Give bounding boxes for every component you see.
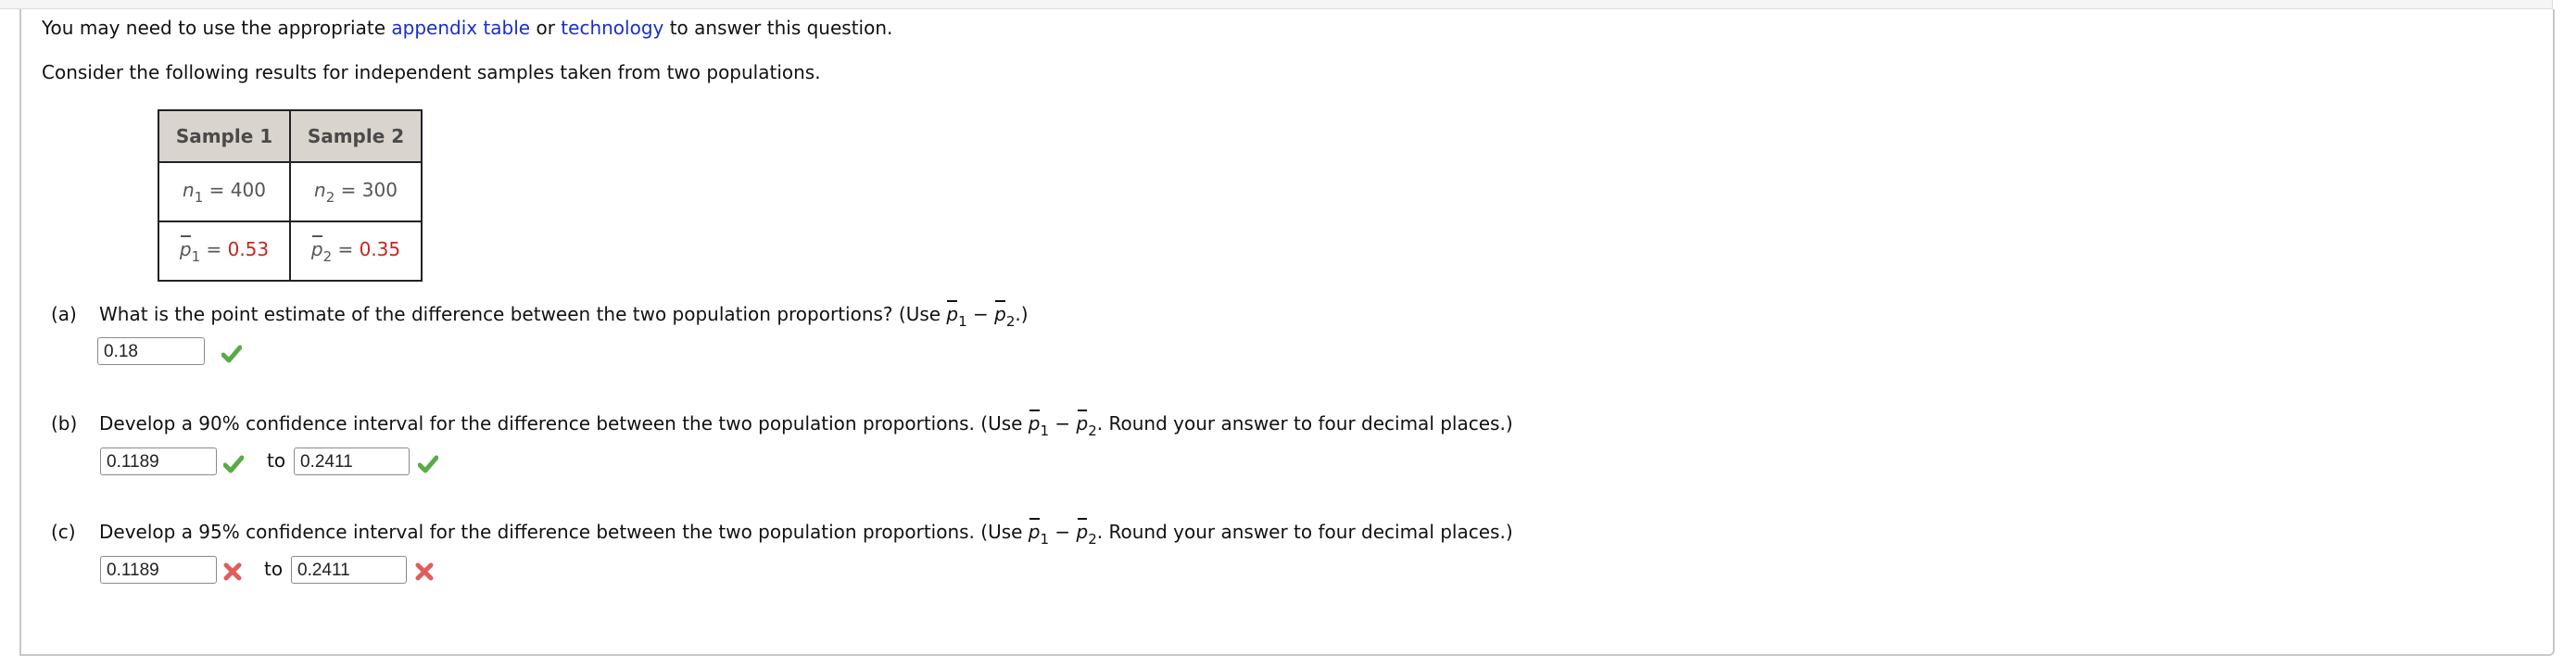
var-p-bar: p xyxy=(946,300,959,325)
cell-p1: p1 = 0.53 xyxy=(158,221,291,282)
subscript: 2 xyxy=(325,188,335,206)
n2-value: 300 xyxy=(361,178,398,201)
minus: − xyxy=(1049,412,1077,435)
table-row: n1 = 400 n2 = 300 xyxy=(158,161,423,222)
part-b-lower-input[interactable]: 0.1189 xyxy=(100,447,217,475)
minus: − xyxy=(1049,521,1077,543)
technology-link[interactable]: technology xyxy=(561,17,663,39)
question-end: . Round your answer to four decimal plac… xyxy=(1096,521,1513,543)
subscript: 1 xyxy=(1040,422,1050,439)
subscript: 2 xyxy=(322,247,333,265)
question-end: .) xyxy=(1015,303,1029,325)
var-p-bar: p xyxy=(994,300,1006,325)
part-c-upper-input[interactable]: 0.2411 xyxy=(291,556,407,584)
cell-n2: n2 = 300 xyxy=(289,161,423,222)
intro-suffix: to answer this question. xyxy=(663,17,893,39)
part-c-label: (c) xyxy=(51,521,76,543)
x-icon xyxy=(415,562,434,581)
question-text: What is the point estimate of the differ… xyxy=(99,303,947,325)
var-n: n xyxy=(314,178,326,201)
cell-n1: n1 = 400 xyxy=(158,161,291,222)
question-text: Develop a 95% confidence interval for th… xyxy=(99,521,1029,543)
part-a-question: What is the point estimate of the differ… xyxy=(99,300,1029,330)
equals: = xyxy=(200,237,228,260)
var-p-bar: p xyxy=(310,234,323,260)
part-b-question: Develop a 90% confidence interval for th… xyxy=(99,410,1513,439)
part-a-label: (a) xyxy=(51,303,77,325)
table-row: p1 = 0.53 p2 = 0.35 xyxy=(158,221,423,282)
part-a-answer-input[interactable]: 0.18 xyxy=(97,337,205,365)
intro-prefix: You may need to use the appropriate xyxy=(42,17,392,39)
var-p-bar: p xyxy=(1076,518,1089,543)
subscript: 1 xyxy=(1040,531,1050,548)
var-n: n xyxy=(183,178,195,201)
check-icon xyxy=(418,455,438,473)
minus: − xyxy=(966,303,995,325)
header-sample-2: Sample 2 xyxy=(289,109,423,163)
intro-middle: or xyxy=(530,17,562,39)
cell-p2: p2 = 0.35 xyxy=(289,221,423,282)
appendix-table-link[interactable]: appendix table xyxy=(391,17,530,39)
check-icon xyxy=(223,455,244,473)
x-icon xyxy=(223,562,242,581)
subscript: 2 xyxy=(1088,422,1097,439)
part-c-lower-input[interactable]: 0.1189 xyxy=(100,556,217,584)
var-p-bar: p xyxy=(1076,410,1089,435)
part-c-question: Develop a 95% confidence interval for th… xyxy=(99,518,1513,548)
to-label: to xyxy=(267,449,286,472)
subscript: 2 xyxy=(1005,313,1016,330)
equals: = xyxy=(332,237,360,260)
var-p-bar: p xyxy=(1028,410,1041,435)
n1-value: 400 xyxy=(230,178,266,201)
subscript: 2 xyxy=(1088,531,1097,548)
to-label: to xyxy=(264,558,284,580)
part-b-label: (b) xyxy=(51,412,78,435)
p1-value: 0.53 xyxy=(227,237,270,260)
intro-text: You may need to use the appropriate appe… xyxy=(42,17,892,39)
samples-table: Sample 1 Sample 2 n1 = 400 n2 = 300 p1 =… xyxy=(158,109,423,282)
var-p-bar: p xyxy=(179,234,192,260)
p2-value: 0.35 xyxy=(359,237,401,260)
part-b-upper-input[interactable]: 0.2411 xyxy=(294,447,410,475)
check-icon xyxy=(221,345,242,363)
subscript: 1 xyxy=(194,188,204,206)
question-end: . Round your answer to four decimal plac… xyxy=(1096,412,1513,435)
header-sample-1: Sample 1 xyxy=(158,109,291,163)
subscript: 1 xyxy=(958,313,967,330)
equals: = xyxy=(335,178,362,201)
equals: = xyxy=(203,178,231,201)
context-text: Consider the following results for indep… xyxy=(42,61,821,83)
question-text: Develop a 90% confidence interval for th… xyxy=(99,412,1029,435)
var-p-bar: p xyxy=(1028,518,1041,543)
top-band xyxy=(0,0,2553,9)
subscript: 1 xyxy=(191,247,201,265)
